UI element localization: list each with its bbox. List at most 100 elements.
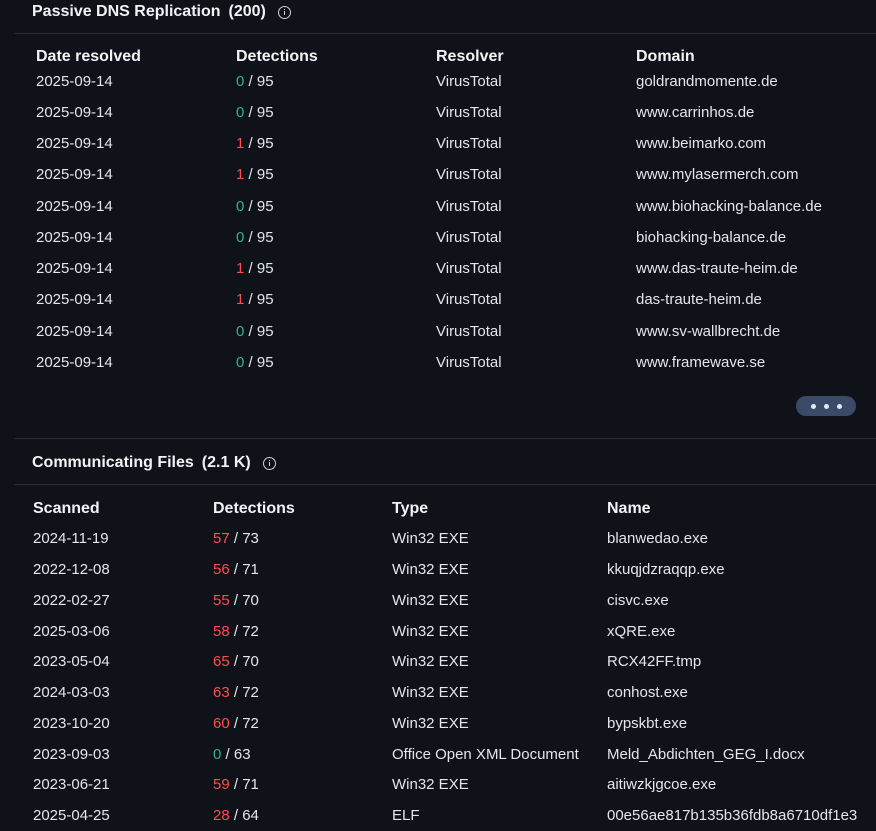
table-row[interactable]: 2025-09-14 0 / 95 VirusTotal biohacking-bal…: [0, 229, 876, 251]
domain-link[interactable]: www.das-traute-heim.de: [636, 260, 798, 277]
detections-total: / 95: [248, 198, 274, 215]
detections-cell: 0 / 95: [236, 354, 274, 371]
detections-count: 28: [213, 807, 230, 824]
domain-link[interactable]: biohacking-balance.de: [636, 229, 786, 246]
type-cell: Win32 EXE: [392, 561, 469, 578]
file-name-link[interactable]: kkuqjdzraqqp.exe: [607, 561, 725, 578]
more-button[interactable]: [796, 396, 856, 416]
resolver-cell[interactable]: VirusTotal: [436, 323, 502, 340]
header-resolver[interactable]: Resolver: [436, 48, 504, 66]
domain-link[interactable]: www.beimarko.com: [636, 135, 766, 152]
domain-link[interactable]: www.framewave.se: [636, 354, 765, 371]
detections-cell: 0 / 63: [213, 746, 251, 763]
file-name-link[interactable]: conhost.exe: [607, 684, 688, 701]
resolver-cell[interactable]: VirusTotal: [436, 135, 502, 152]
scanned-cell: 2025-04-25: [33, 807, 110, 824]
file-name-link[interactable]: cisvc.exe: [607, 592, 669, 609]
file-name-link[interactable]: Meld_Abdichten_GEG_I.docx: [607, 746, 805, 763]
table-row[interactable]: 2025-09-14 1 / 95 VirusTotal www.beimarko.c…: [0, 135, 876, 157]
table-row[interactable]: 2023-05-04 65 / 70 Win32 EXE RCX42FF.tmp: [0, 653, 876, 675]
table-row[interactable]: 2025-03-06 58 / 72 Win32 EXE xQRE.exe: [0, 623, 876, 645]
detections-total: / 95: [248, 104, 274, 121]
scanned-cell: 2023-05-04: [33, 653, 110, 670]
detections-cell: 0 / 95: [236, 229, 274, 246]
detections-total: / 72: [233, 623, 259, 640]
detections-count: 0: [236, 229, 245, 246]
header-detections[interactable]: Detections: [213, 500, 295, 518]
detections-count: 1: [236, 135, 245, 152]
detections-cell: 0 / 95: [236, 104, 274, 121]
table-row[interactable]: 2025-09-14 1 / 95 VirusTotal das-traute-hei…: [0, 291, 876, 313]
header-domain[interactable]: Domain: [636, 48, 695, 66]
info-icon[interactable]: [262, 456, 276, 470]
file-name-link[interactable]: bypskbt.exe: [607, 715, 687, 732]
file-name-link[interactable]: xQRE.exe: [607, 623, 675, 640]
date-cell: 2025-09-14: [36, 198, 113, 215]
table-row[interactable]: 2023-09-03 0 / 63 Office Open XML Document…: [0, 746, 876, 768]
domain-link[interactable]: www.carrinhos.de: [636, 104, 754, 121]
communicating-files-count: (2.1 K): [201, 454, 251, 471]
header-name[interactable]: Name: [607, 500, 651, 518]
resolver-cell[interactable]: VirusTotal: [436, 229, 502, 246]
domain-link[interactable]: www.sv-wallbrecht.de: [636, 323, 780, 340]
resolver-cell[interactable]: VirusTotal: [436, 104, 502, 121]
detections-count: 58: [213, 623, 230, 640]
detections-count: 65: [213, 653, 230, 670]
date-cell: 2025-09-14: [36, 323, 113, 340]
resolver-cell[interactable]: VirusTotal: [436, 73, 502, 90]
detections-cell: 65 / 70: [213, 653, 259, 670]
detections-cell: 0 / 95: [236, 198, 274, 215]
section-divider: [14, 33, 876, 34]
header-date-resolved[interactable]: Date resolved: [36, 48, 141, 66]
table-row[interactable]: 2025-09-14 0 / 95 VirusTotal goldrandmoment…: [0, 73, 876, 95]
ellipsis-icon: [810, 403, 816, 409]
date-cell: 2025-09-14: [36, 260, 113, 277]
table-row[interactable]: 2022-02-27 55 / 70 Win32 EXE cisvc.exe: [0, 592, 876, 614]
file-name-link[interactable]: 00e56ae817b135b36fdb8a6710df1e3: [607, 807, 857, 824]
file-name-link[interactable]: blanwedao.exe: [607, 530, 708, 547]
file-name-link[interactable]: RCX42FF.tmp: [607, 653, 701, 670]
type-cell: Office Open XML Document: [392, 746, 579, 763]
header-detections[interactable]: Detections: [236, 48, 318, 66]
domain-link[interactable]: www.biohacking-balance.de: [636, 198, 822, 215]
table-row[interactable]: 2022-12-08 56 / 71 Win32 EXE kkuqjdzraqqp.e…: [0, 561, 876, 583]
table-row[interactable]: 2025-09-14 0 / 95 VirusTotal www.carrinhos.…: [0, 104, 876, 126]
type-cell: Win32 EXE: [392, 684, 469, 701]
table-row[interactable]: 2024-11-19 57 / 73 Win32 EXE blanwedao.exe: [0, 530, 876, 552]
resolver-cell[interactable]: VirusTotal: [436, 354, 502, 371]
detections-cell: 59 / 71: [213, 776, 259, 793]
info-icon[interactable]: [277, 5, 291, 19]
detections-count: 0: [213, 746, 222, 763]
file-name-link[interactable]: aitiwzkjgcoe.exe: [607, 776, 716, 793]
detections-cell: 58 / 72: [213, 623, 259, 640]
table-row[interactable]: 2025-09-14 1 / 95 VirusTotal www.das-traute…: [0, 260, 876, 282]
passive-dns-title-text: Passive DNS Replication: [32, 3, 221, 20]
scanned-cell: 2024-11-19: [33, 530, 109, 547]
resolver-cell[interactable]: VirusTotal: [436, 260, 502, 277]
detections-total: / 63: [225, 746, 251, 763]
detections-cell: 60 / 72: [213, 715, 259, 732]
resolver-cell[interactable]: VirusTotal: [436, 198, 502, 215]
table-row[interactable]: 2024-03-03 63 / 72 Win32 EXE conhost.exe: [0, 684, 876, 706]
type-cell: Win32 EXE: [392, 530, 469, 547]
detections-count: 1: [236, 260, 245, 277]
resolver-cell[interactable]: VirusTotal: [436, 291, 502, 308]
date-cell: 2025-09-14: [36, 291, 113, 308]
date-cell: 2025-09-14: [36, 166, 113, 183]
domain-link[interactable]: goldrandmomente.de: [636, 73, 778, 90]
resolver-cell[interactable]: VirusTotal: [436, 166, 502, 183]
table-row[interactable]: 2025-04-25 28 / 64 ELF 00e56ae817b135b36fdb…: [0, 807, 876, 829]
table-row[interactable]: 2023-10-20 60 / 72 Win32 EXE bypskbt.exe: [0, 715, 876, 737]
header-scanned[interactable]: Scanned: [33, 500, 100, 518]
table-row[interactable]: 2025-09-14 1 / 95 VirusTotal www.mylasermer…: [0, 166, 876, 188]
table-row[interactable]: 2023-06-21 59 / 71 Win32 EXE aitiwzkjgcoe.e…: [0, 776, 876, 798]
table-row[interactable]: 2025-09-14 0 / 95 VirusTotal www.biohacking…: [0, 198, 876, 220]
table-row[interactable]: 2025-09-14 0 / 95 VirusTotal www.sv-wallbre…: [0, 323, 876, 345]
header-type[interactable]: Type: [392, 500, 428, 518]
detections-cell: 0 / 95: [236, 323, 274, 340]
domain-link[interactable]: das-traute-heim.de: [636, 291, 762, 308]
date-cell: 2025-09-14: [36, 229, 113, 246]
passive-dns-count: (200): [228, 3, 266, 20]
domain-link[interactable]: www.mylasermerch.com: [636, 166, 799, 183]
table-row[interactable]: 2025-09-14 0 / 95 VirusTotal www.framewave.…: [0, 354, 876, 376]
